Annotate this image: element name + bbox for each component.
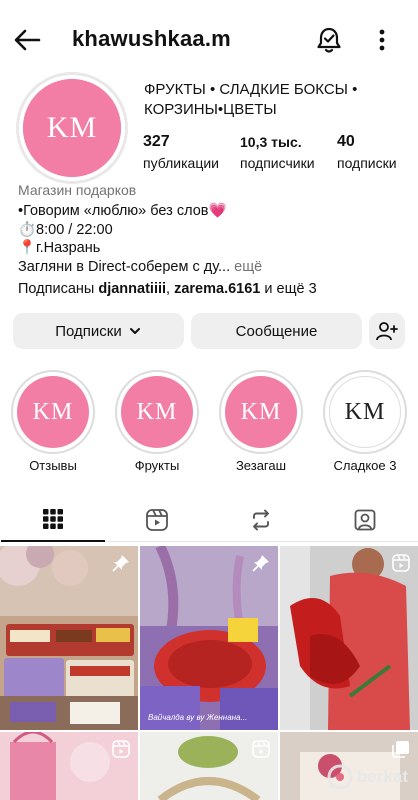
top-bar: khawushkaa.m bbox=[0, 0, 418, 80]
bio-text: Загляни в Direct-соберем с ду... bbox=[18, 258, 231, 275]
highlight-cover: KM bbox=[219, 370, 303, 454]
highlight-label: Зезагаш bbox=[235, 458, 287, 473]
multi-post-icon bbox=[392, 741, 409, 758]
pin-icon bbox=[252, 555, 269, 572]
logo-letters: KM bbox=[136, 399, 178, 425]
profile-category: Магазин подарков bbox=[18, 182, 137, 198]
highlight-zezagash[interactable]: KM Зезагаш bbox=[218, 370, 304, 473]
followed-user: zarema.6161 bbox=[174, 281, 261, 297]
highlight-cover: KM bbox=[115, 370, 199, 454]
logo-letters: KM bbox=[344, 399, 386, 425]
post-image bbox=[0, 546, 138, 730]
highlight-reviews[interactable]: KM Отзывы bbox=[10, 370, 96, 473]
bio-line-last: Загляни в Direct-соберем с ду... ещё bbox=[18, 258, 408, 277]
post-image bbox=[280, 546, 418, 730]
post-thumbnail[interactable] bbox=[0, 546, 138, 730]
post-thumbnail[interactable] bbox=[0, 732, 138, 800]
pin-icon bbox=[112, 555, 129, 572]
logo-letters: KM bbox=[46, 111, 98, 144]
stat-value: 327 bbox=[143, 133, 170, 150]
highlight-label: Отзывы bbox=[29, 458, 77, 473]
highlight-cover: KM bbox=[323, 370, 407, 454]
reel-icon bbox=[252, 740, 270, 758]
logo-letters: KM bbox=[240, 399, 282, 425]
headline-line: ФРУКТЫ • СЛАДКИЕ БОКСЫ • bbox=[144, 81, 358, 98]
following-button[interactable]: Подписки bbox=[13, 313, 184, 349]
post-thumbnail[interactable]: Вайчалда ву ву Женнана... bbox=[140, 546, 278, 730]
following-label: Подписки bbox=[55, 322, 122, 340]
profile-avatar[interactable]: KM bbox=[16, 72, 128, 184]
stat-label: подписчики bbox=[240, 155, 315, 171]
profile-username: khawushkaa.m bbox=[72, 26, 231, 51]
followed-suffix: и ещё 3 bbox=[260, 281, 317, 297]
stat-followers[interactable]: 10,3 тыс. подписчики bbox=[240, 132, 315, 172]
profile-tabs bbox=[0, 498, 418, 542]
message-button[interactable]: Сообщение bbox=[191, 313, 362, 349]
chevron-down-icon bbox=[129, 328, 140, 334]
reel-icon bbox=[392, 554, 410, 572]
tab-reposts[interactable] bbox=[209, 498, 313, 542]
tab-reels[interactable] bbox=[105, 498, 209, 542]
tagged-icon bbox=[354, 509, 376, 531]
post-image bbox=[140, 546, 278, 730]
post-thumbnail[interactable] bbox=[280, 546, 418, 730]
highlight-sweets[interactable]: KM Сладкое 3 bbox=[322, 370, 408, 473]
stat-following[interactable]: 40 подписки bbox=[337, 132, 397, 172]
followed-separator: , bbox=[166, 281, 175, 297]
bio-line: ⏱️8:00 / 22:00 bbox=[18, 221, 113, 238]
add-user-button[interactable] bbox=[369, 313, 405, 349]
message-label: Сообщение bbox=[235, 322, 318, 340]
stat-label: подписки bbox=[337, 155, 397, 171]
stat-value: 10,3 тыс. bbox=[240, 134, 302, 150]
profile-headline: ФРУКТЫ • СЛАДКИЕ БОКСЫ • КОРЗИНЫ•ЦВЕТЫ bbox=[144, 80, 410, 120]
grid-icon bbox=[43, 509, 63, 529]
watermark-text: berkat bbox=[356, 767, 408, 786]
tab-tagged[interactable] bbox=[313, 498, 417, 542]
bio-line: 📍г.Назрань bbox=[18, 240, 101, 256]
followed-prefix: Подписаны bbox=[18, 281, 99, 297]
followed-by[interactable]: Подписаны djannatiiii, zarema.6161 и ещё… bbox=[18, 281, 317, 297]
post-thumbnail[interactable] bbox=[140, 732, 278, 800]
bio-line: •Говорим «люблю» без слов💗 bbox=[18, 203, 227, 219]
highlight-fruits[interactable]: KM Фрукты bbox=[114, 370, 200, 473]
reels-icon bbox=[146, 509, 168, 531]
more-vertical-icon bbox=[379, 29, 385, 51]
bell-check-icon bbox=[317, 27, 341, 53]
followed-user: djannatiiii bbox=[98, 281, 167, 297]
logo-letters: KM bbox=[32, 399, 74, 425]
watermark: berkat bbox=[327, 764, 408, 790]
highlight-label: Сладкое 3 bbox=[333, 458, 397, 473]
watermark-logo-icon bbox=[327, 764, 353, 790]
profile-bio: •Говорим «люблю» без слов💗 ⏱️8:00 / 22:0… bbox=[18, 202, 408, 276]
repost-icon bbox=[253, 509, 269, 531]
post-caption: Вайчалда ву ву Женнана... bbox=[148, 713, 248, 722]
more-options-button[interactable] bbox=[370, 24, 394, 56]
notifications-button[interactable] bbox=[314, 24, 344, 56]
arrow-left-icon bbox=[14, 29, 41, 51]
reel-icon bbox=[112, 740, 130, 758]
bio-more-link[interactable]: ещё bbox=[230, 259, 262, 275]
stat-label: публикации bbox=[143, 155, 219, 171]
stat-posts[interactable]: 327 публикации bbox=[143, 132, 219, 172]
person-add-icon bbox=[376, 322, 398, 341]
headline-line: КОРЗИНЫ•ЦВЕТЫ bbox=[144, 101, 277, 118]
tab-posts[interactable] bbox=[1, 498, 105, 542]
back-button[interactable] bbox=[10, 24, 44, 56]
avatar-logo: KM bbox=[23, 79, 121, 177]
highlight-label: Фрукты bbox=[134, 458, 180, 473]
highlight-cover: KM bbox=[11, 370, 95, 454]
stat-value: 40 bbox=[337, 133, 355, 150]
